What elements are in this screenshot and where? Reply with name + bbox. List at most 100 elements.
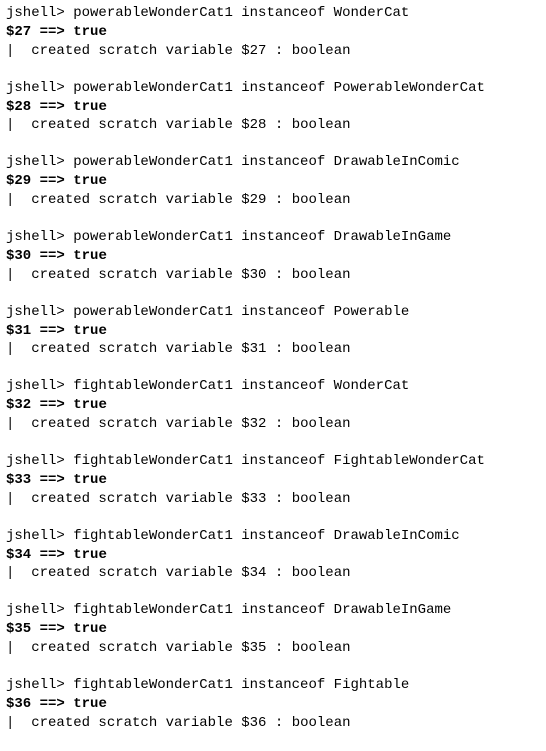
result-line: $31 ==> true <box>6 322 540 341</box>
command-line: jshell> powerableWonderCat1 instanceof D… <box>6 228 540 247</box>
created-prefix: created scratch variable <box>14 565 232 581</box>
created-prefix: created scratch variable <box>14 267 232 283</box>
result-var: $33 <box>6 472 31 488</box>
created-sep: : <box>266 416 283 432</box>
result-line: $33 ==> true <box>6 471 540 490</box>
result-value: true <box>73 696 107 712</box>
command-text: powerableWonderCat1 instanceof DrawableI… <box>73 154 459 170</box>
created-type: boolean <box>292 43 351 59</box>
result-value: true <box>73 173 107 189</box>
command-line: jshell> fightableWonderCat1 instanceof F… <box>6 452 540 471</box>
command-text: powerableWonderCat1 instanceof Powerable… <box>73 80 485 96</box>
created-sep: : <box>266 43 283 59</box>
created-var: $34 <box>241 565 266 581</box>
created-type: boolean <box>292 491 351 507</box>
result-var: $36 <box>6 696 31 712</box>
created-sep: : <box>266 192 283 208</box>
shell-entry: jshell> powerableWonderCat1 instanceof P… <box>6 303 540 360</box>
created-type: boolean <box>292 192 351 208</box>
result-value: true <box>73 99 107 115</box>
result-line: $32 ==> true <box>6 396 540 415</box>
result-value: true <box>73 323 107 339</box>
prompt: jshell> <box>6 378 65 394</box>
arrow: ==> <box>40 173 65 189</box>
command-line: jshell> fightableWonderCat1 instanceof F… <box>6 676 540 695</box>
created-prefix: created scratch variable <box>14 341 232 357</box>
created-sep: : <box>266 565 283 581</box>
command-line: jshell> powerableWonderCat1 instanceof D… <box>6 153 540 172</box>
shell-entry: jshell> fightableWonderCat1 instanceof D… <box>6 601 540 658</box>
prompt: jshell> <box>6 528 65 544</box>
result-var: $35 <box>6 621 31 637</box>
result-line: $35 ==> true <box>6 620 540 639</box>
shell-entry: jshell> fightableWonderCat1 instanceof F… <box>6 676 540 733</box>
result-value: true <box>73 621 107 637</box>
prompt: jshell> <box>6 229 65 245</box>
result-var: $29 <box>6 173 31 189</box>
created-line: | created scratch variable $34 : boolean <box>6 564 540 583</box>
command-text: powerableWonderCat1 instanceof Powerable <box>73 304 409 320</box>
command-line: jshell> fightableWonderCat1 instanceof W… <box>6 377 540 396</box>
created-var: $27 <box>241 43 266 59</box>
created-type: boolean <box>292 416 351 432</box>
created-var: $35 <box>241 640 266 656</box>
result-value: true <box>73 24 107 40</box>
created-var: $36 <box>241 715 266 731</box>
result-line: $27 ==> true <box>6 23 540 42</box>
result-line: $36 ==> true <box>6 695 540 714</box>
result-var: $30 <box>6 248 31 264</box>
created-type: boolean <box>292 640 351 656</box>
arrow: ==> <box>40 472 65 488</box>
arrow: ==> <box>40 621 65 637</box>
created-var: $28 <box>241 117 266 133</box>
created-type: boolean <box>292 267 351 283</box>
created-var: $32 <box>241 416 266 432</box>
created-prefix: created scratch variable <box>14 43 232 59</box>
created-line: | created scratch variable $33 : boolean <box>6 490 540 509</box>
created-type: boolean <box>292 715 351 731</box>
shell-entry: jshell> powerableWonderCat1 instanceof D… <box>6 153 540 210</box>
result-var: $32 <box>6 397 31 413</box>
command-text: fightableWonderCat1 instanceof WonderCat <box>73 378 409 394</box>
prompt: jshell> <box>6 5 65 21</box>
shell-entry: jshell> powerableWonderCat1 instanceof W… <box>6 4 540 61</box>
arrow: ==> <box>40 248 65 264</box>
prompt: jshell> <box>6 80 65 96</box>
result-value: true <box>73 472 107 488</box>
command-text: fightableWonderCat1 instanceof Fightable <box>73 677 409 693</box>
created-sep: : <box>266 640 283 656</box>
arrow: ==> <box>40 547 65 563</box>
result-var: $34 <box>6 547 31 563</box>
created-sep: : <box>266 117 283 133</box>
shell-entry: jshell> powerableWonderCat1 instanceof D… <box>6 228 540 285</box>
arrow: ==> <box>40 99 65 115</box>
result-var: $27 <box>6 24 31 40</box>
command-line: jshell> powerableWonderCat1 instanceof P… <box>6 303 540 322</box>
created-type: boolean <box>292 565 351 581</box>
command-text: fightableWonderCat1 instanceof DrawableI… <box>73 602 451 618</box>
prompt: jshell> <box>6 304 65 320</box>
arrow: ==> <box>40 24 65 40</box>
command-text: powerableWonderCat1 instanceof WonderCat <box>73 5 409 21</box>
created-type: boolean <box>292 341 351 357</box>
prompt: jshell> <box>6 602 65 618</box>
command-line: jshell> fightableWonderCat1 instanceof D… <box>6 601 540 620</box>
shell-entry: jshell> powerableWonderCat1 instanceof P… <box>6 79 540 136</box>
created-sep: : <box>266 491 283 507</box>
result-value: true <box>73 248 107 264</box>
command-text: fightableWonderCat1 instanceof Fightable… <box>73 453 485 469</box>
result-line: $30 ==> true <box>6 247 540 266</box>
prompt: jshell> <box>6 453 65 469</box>
created-prefix: created scratch variable <box>14 640 232 656</box>
arrow: ==> <box>40 397 65 413</box>
created-var: $33 <box>241 491 266 507</box>
created-prefix: created scratch variable <box>14 192 232 208</box>
created-prefix: created scratch variable <box>14 416 232 432</box>
created-line: | created scratch variable $28 : boolean <box>6 116 540 135</box>
result-line: $28 ==> true <box>6 98 540 117</box>
created-prefix: created scratch variable <box>14 117 232 133</box>
created-sep: : <box>266 715 283 731</box>
arrow: ==> <box>40 696 65 712</box>
created-var: $31 <box>241 341 266 357</box>
command-line: jshell> powerableWonderCat1 instanceof W… <box>6 4 540 23</box>
